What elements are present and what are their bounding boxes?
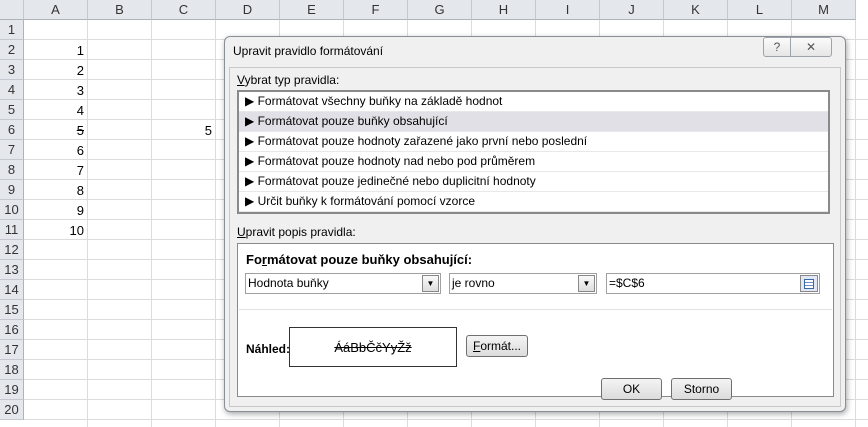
row-header-14[interactable]: 14 xyxy=(0,280,24,300)
row-header-17[interactable]: 17 xyxy=(0,340,24,360)
rule-type-list[interactable]: ▶ Formátovat všechny buňky na základě ho… xyxy=(237,90,830,214)
cell-A9[interactable]: 8 xyxy=(24,180,88,200)
row-header-7[interactable]: 7 xyxy=(0,140,24,160)
row-header-5[interactable]: 5 xyxy=(0,100,24,120)
dialog-title: Upravit pravidlo formátování xyxy=(233,44,384,58)
help-icon[interactable]: ? xyxy=(763,37,791,57)
value-input[interactable]: =$C$6 xyxy=(606,273,820,294)
row-header-3[interactable]: 3 xyxy=(0,60,24,80)
cell-A2[interactable]: 1 xyxy=(24,40,88,60)
range-select-icon[interactable] xyxy=(800,275,818,292)
rule-description-panel: Formátovat pouze buňky obsahující: Hodno… xyxy=(237,243,834,397)
cell-A10[interactable]: 9 xyxy=(24,200,88,220)
row-header-9[interactable]: 9 xyxy=(0,180,24,200)
condition-field-select[interactable]: Hodnota buňky ▼ xyxy=(245,273,441,294)
rule-type-item[interactable]: ▶ Formátovat všechny buňky na základě ho… xyxy=(239,92,828,112)
cell-A6[interactable]: 5 xyxy=(24,120,88,140)
row-header-19[interactable]: 19 xyxy=(0,380,24,400)
rule-type-item[interactable]: ▶ Formátovat pouze buňky obsahující xyxy=(239,112,828,132)
row-header-6[interactable]: 6 xyxy=(0,120,24,140)
rule-type-item[interactable]: ▶ Formátovat pouze jedinečné nebo duplic… xyxy=(239,172,828,192)
cell-A8[interactable]: 7 xyxy=(24,160,88,180)
triangle-right-icon: ▶ xyxy=(245,154,255,168)
column-header-C[interactable]: C xyxy=(152,0,216,20)
cell-A3[interactable]: 2 xyxy=(24,60,88,80)
preview-box: ÁáBbČčYyŽž xyxy=(289,327,457,367)
column-header-L[interactable]: L xyxy=(728,0,792,20)
triangle-right-icon: ▶ xyxy=(245,134,255,148)
row-header-16[interactable]: 16 xyxy=(0,320,24,340)
cell-C6[interactable]: 5 xyxy=(152,120,216,140)
chevron-down-icon[interactable]: ▼ xyxy=(578,275,595,292)
row-header-18[interactable]: 18 xyxy=(0,360,24,380)
row-header-12[interactable]: 12 xyxy=(0,240,24,260)
triangle-right-icon: ▶ xyxy=(245,174,255,188)
cell-A7[interactable]: 6 xyxy=(24,140,88,160)
column-header-K[interactable]: K xyxy=(664,0,728,20)
select-rule-type-label: Vybrat typ pravidla: xyxy=(237,73,340,87)
column-header-I[interactable]: I xyxy=(536,0,600,20)
preview-text: ÁáBbČčYyŽž xyxy=(334,340,412,355)
close-icon[interactable]: ✕ xyxy=(790,37,832,57)
column-header-H[interactable]: H xyxy=(472,0,536,20)
cancel-button[interactable]: Storno xyxy=(671,378,732,400)
row-header-4[interactable]: 4 xyxy=(0,80,24,100)
format-button[interactable]: Formát... xyxy=(466,335,528,357)
triangle-right-icon: ▶ xyxy=(245,114,255,128)
column-header-A[interactable]: A xyxy=(24,0,88,20)
rule-type-item[interactable]: ▶ Formátovat pouze hodnoty zařazené jako… xyxy=(239,132,828,152)
row-header-10[interactable]: 10 xyxy=(0,200,24,220)
edit-formatting-rule-dialog: Upravit pravidlo formátování ? ✕ Vybrat … xyxy=(224,36,846,412)
row-header-13[interactable]: 13 xyxy=(0,260,24,280)
row-header-2[interactable]: 2 xyxy=(0,40,24,60)
chevron-down-icon[interactable]: ▼ xyxy=(422,275,439,292)
dialog-body: Vybrat typ pravidla: ▶ Formátovat všechn… xyxy=(229,67,841,407)
cell-A5[interactable]: 4 xyxy=(24,100,88,120)
column-header-M[interactable]: M xyxy=(792,0,856,20)
column-header-E[interactable]: E xyxy=(280,0,344,20)
row-header-8[interactable]: 8 xyxy=(0,160,24,180)
row-header-15[interactable]: 15 xyxy=(0,300,24,320)
rule-type-item[interactable]: ▶ Formátovat pouze hodnoty nad nebo pod … xyxy=(239,152,828,172)
column-header-J[interactable]: J xyxy=(600,0,664,20)
cell-A11[interactable]: 10 xyxy=(24,220,88,240)
column-header-G[interactable]: G xyxy=(408,0,472,20)
triangle-right-icon: ▶ xyxy=(245,94,255,108)
row-header-1[interactable]: 1 xyxy=(0,20,24,40)
section-title: Formátovat pouze buňky obsahující: xyxy=(246,252,473,267)
triangle-right-icon: ▶ xyxy=(245,194,255,208)
column-header-B[interactable]: B xyxy=(88,0,152,20)
edit-rule-description-label: Upravit popis pravidla: xyxy=(237,225,356,239)
row-header-11[interactable]: 11 xyxy=(0,220,24,240)
preview-label: Náhled: xyxy=(246,342,291,356)
select-all-corner[interactable] xyxy=(0,0,24,20)
column-header-D[interactable]: D xyxy=(216,0,280,20)
operator-select[interactable]: je rovno ▼ xyxy=(449,273,597,294)
row-header-20[interactable]: 20 xyxy=(0,400,24,420)
column-header-F[interactable]: F xyxy=(344,0,408,20)
ok-button[interactable]: OK xyxy=(601,378,662,400)
rule-type-item[interactable]: ▶ Určit buňky k formátování pomocí vzorc… xyxy=(239,192,828,212)
cell-A4[interactable]: 3 xyxy=(24,80,88,100)
